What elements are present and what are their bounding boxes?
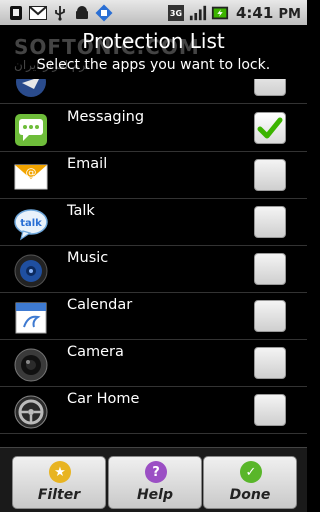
usb-icon	[7, 4, 25, 22]
app-checkbox[interactable]	[254, 79, 286, 96]
list-item[interactable]: Messaging	[0, 105, 307, 152]
app-list[interactable]: Messaging @ Email talk Talk Music Calend…	[0, 79, 307, 447]
network-3g-icon: 3G	[167, 4, 185, 22]
app-label: Calendar	[67, 297, 133, 313]
star-icon: ★	[49, 461, 71, 483]
header: SOFTONIC.COM نرم افزار ایران Protection …	[0, 25, 307, 79]
help-button-label: Help	[136, 487, 174, 503]
app-checkbox[interactable]	[254, 300, 286, 332]
app-label: Messaging	[67, 109, 145, 125]
app-checkbox[interactable]	[254, 159, 286, 191]
status-time: 4:41 PM	[235, 3, 301, 22]
app-checkbox[interactable]	[254, 253, 286, 285]
help-button[interactable]: ? Help	[108, 456, 202, 509]
list-item[interactable]: Camera	[0, 340, 307, 387]
svg-text:3G: 3G	[170, 9, 182, 18]
car-home-icon	[14, 395, 48, 429]
app-label: Camera	[67, 344, 124, 360]
done-button-label: Done	[229, 487, 271, 503]
messaging-icon	[14, 113, 48, 147]
app-checkbox[interactable]	[254, 347, 286, 379]
android-icon	[73, 4, 91, 22]
app-label: Car Home	[67, 391, 140, 407]
calendar-icon	[14, 301, 48, 335]
app-checkbox[interactable]	[254, 206, 286, 238]
music-icon	[14, 254, 48, 288]
bottom-toolbar: ★ Filter ? Help ✓ Done	[0, 447, 307, 512]
signal-icon	[189, 4, 207, 22]
filter-button-label: Filter	[37, 487, 81, 503]
svg-text:@: @	[26, 166, 37, 179]
app-checkbox[interactable]	[254, 112, 286, 144]
done-button[interactable]: ✓ Done	[203, 456, 297, 509]
app-label: Talk	[67, 203, 95, 219]
status-bar: 3G 4:41 PM	[0, 0, 307, 25]
svg-text:talk: talk	[20, 218, 42, 229]
download-icon	[95, 4, 113, 22]
usb-debug-icon	[51, 4, 69, 22]
help-icon: ?	[145, 461, 167, 483]
list-item[interactable]: Calendar	[0, 293, 307, 340]
app-label: Music	[67, 250, 109, 266]
check-icon: ✓	[240, 461, 262, 483]
battery-icon	[211, 4, 229, 22]
list-item[interactable]: @ Email	[0, 152, 307, 199]
list-item[interactable]	[0, 79, 307, 104]
app-label: Email	[67, 156, 108, 172]
app-checkbox[interactable]	[254, 394, 286, 426]
filter-button[interactable]: ★ Filter	[12, 456, 106, 509]
talk-icon: talk	[14, 207, 48, 241]
page-title: Protection List	[82, 29, 225, 53]
list-item[interactable]: talk Talk	[0, 199, 307, 246]
checkmark-icon	[257, 117, 283, 139]
list-item[interactable]: Car Home	[0, 387, 307, 434]
page-subtitle: Select the apps you want to lock.	[36, 57, 271, 73]
camera-icon	[14, 348, 48, 382]
email-icon: @	[14, 160, 48, 194]
maps-icon	[14, 79, 48, 99]
gmail-icon	[29, 4, 47, 22]
list-item[interactable]: Music	[0, 246, 307, 293]
